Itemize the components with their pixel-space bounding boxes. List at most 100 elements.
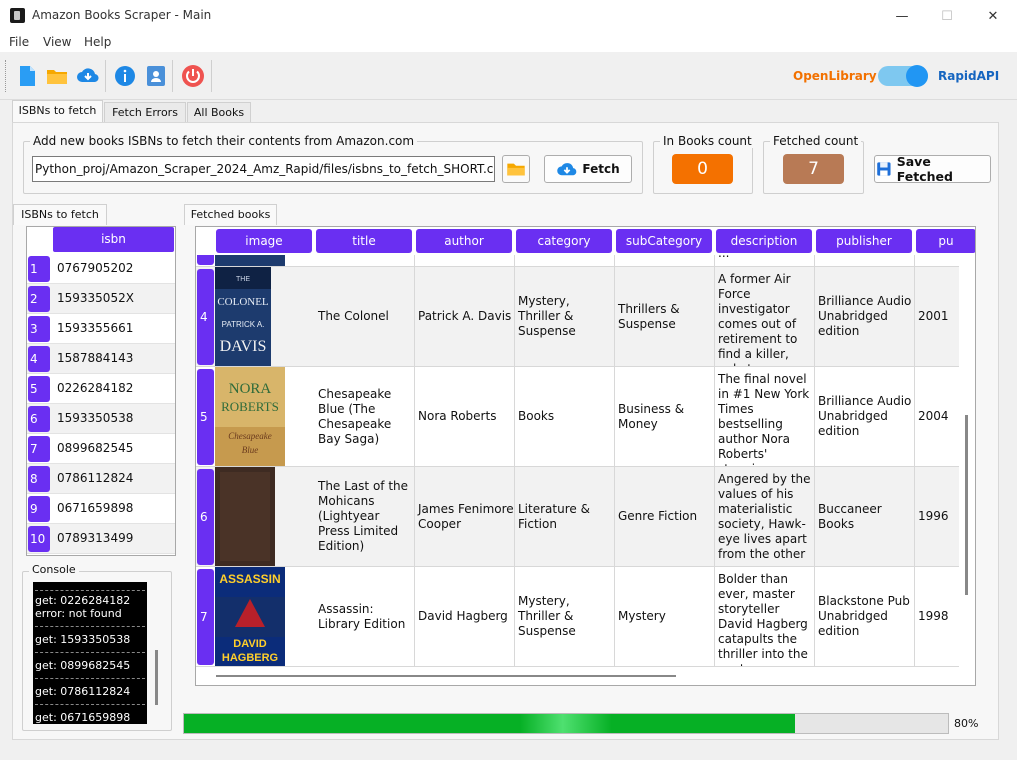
table-row[interactable]: 5 NORA ROBERTS Chesapeake Blue Chesapeake Blu…: [196, 367, 959, 467]
year-cell[interactable]: 2004: [915, 367, 959, 466]
title-cell[interactable]: [315, 255, 415, 266]
publisher-cell[interactable]: [815, 255, 915, 266]
column-header-subcategory[interactable]: subCategory: [616, 229, 712, 253]
description-cell[interactable]: Angered by the values of his materialist…: [715, 467, 815, 566]
row-number[interactable]: 8: [28, 466, 50, 492]
subcategory-cell[interactable]: Business & Money: [615, 367, 715, 466]
menu-view[interactable]: View: [43, 35, 71, 49]
table-row[interactable]: 6 The Last of the Mohicans (Lightyear Pre…: [196, 467, 959, 567]
close-button[interactable]: ✕: [970, 0, 1016, 32]
column-header-pu[interactable]: pu: [916, 229, 975, 253]
description-cell[interactable]: A former Air Force investigator comes ou…: [715, 267, 815, 366]
table-row[interactable]: a killer, only to ...: [196, 255, 959, 267]
row-number[interactable]: 5: [197, 369, 214, 465]
isbn-cell[interactable]: 0899682545: [56, 434, 175, 463]
menu-file[interactable]: File: [9, 35, 29, 49]
publisher-cell[interactable]: Blackstone Pub Unabridged edition: [815, 567, 915, 666]
column-header-title[interactable]: title: [316, 229, 412, 253]
fetch-button[interactable]: Fetch: [544, 155, 632, 183]
row-number[interactable]: 6: [28, 406, 50, 432]
tab-fetch-errors[interactable]: Fetch Errors: [104, 102, 186, 123]
isbn-cell[interactable]: 1593350538: [56, 404, 175, 433]
year-cell[interactable]: 1996: [915, 467, 959, 566]
row-number[interactable]: 10: [28, 526, 50, 552]
table-row[interactable]: 7 ASSASSIN DAVID HAGBERG Assassin: Library E…: [196, 567, 959, 667]
isbn-cell[interactable]: 159335052X: [56, 284, 175, 313]
description-cell[interactable]: a killer, only to ...: [715, 255, 815, 266]
description-cell[interactable]: Bolder than ever, master storyteller Dav…: [715, 567, 815, 666]
title-cell[interactable]: The Colonel: [315, 267, 415, 366]
category-cell[interactable]: Books: [515, 367, 615, 466]
open-folder-icon[interactable]: [45, 64, 69, 88]
row-number[interactable]: [197, 255, 214, 265]
isbn-row[interactable]: 5 0226284182: [27, 374, 175, 404]
console-scrollbar[interactable]: [155, 650, 158, 705]
row-number[interactable]: 6: [197, 469, 214, 565]
toolbar-grip[interactable]: [5, 60, 8, 92]
isbn-cell[interactable]: 0671659898: [56, 494, 175, 523]
title-cell[interactable]: Assassin: Library Edition: [315, 567, 415, 666]
row-number[interactable]: 3: [28, 316, 50, 342]
isbn-cell[interactable]: 0767905202: [56, 254, 175, 283]
category-cell[interactable]: Mystery, Thriller & Suspense: [515, 267, 615, 366]
book-cover-cell[interactable]: THE COLONEL PATRICK A. DAVIS: [215, 267, 271, 366]
column-header-publisher[interactable]: publisher: [816, 229, 912, 253]
isbn-row[interactable]: 1 0767905202: [27, 254, 175, 284]
category-cell[interactable]: Literature & Fiction: [515, 467, 615, 566]
column-header-image[interactable]: image: [216, 229, 312, 253]
isbn-row[interactable]: 6 1593350538: [27, 404, 175, 434]
category-cell[interactable]: [515, 255, 615, 266]
fetched-books-tab[interactable]: Fetched books: [184, 204, 277, 225]
isbn-cell[interactable]: 0786112824: [56, 464, 175, 493]
author-cell[interactable]: Nora Roberts: [415, 367, 515, 466]
row-number[interactable]: 5: [28, 376, 50, 402]
column-header-author[interactable]: author: [416, 229, 512, 253]
author-cell[interactable]: Patrick A. Davis: [415, 267, 515, 366]
isbn-cell[interactable]: 1587884143: [56, 344, 175, 373]
isbn-row[interactable]: 7 0899682545: [27, 434, 175, 464]
book-cover-cell[interactable]: ASSASSIN DAVID HAGBERG: [215, 567, 285, 666]
row-number[interactable]: 7: [197, 569, 214, 665]
tab-all-books[interactable]: All Books: [187, 102, 251, 123]
row-number[interactable]: 4: [28, 346, 50, 372]
year-cell[interactable]: 1998: [915, 567, 959, 666]
isbn-row[interactable]: 9 0671659898: [27, 494, 175, 524]
new-file-icon[interactable]: [15, 64, 39, 88]
year-cell[interactable]: 2001: [915, 267, 959, 366]
isbns-panel-tab[interactable]: ISBNs to fetch: [13, 204, 107, 225]
save-fetched-button[interactable]: Save Fetched: [874, 154, 991, 184]
row-number[interactable]: 7: [28, 436, 50, 462]
isbn-row[interactable]: 2 159335052X: [27, 284, 175, 314]
publisher-cell[interactable]: Brilliance Audio Unabridged edition: [815, 267, 915, 366]
api-toggle-switch[interactable]: [878, 65, 928, 87]
minimize-button[interactable]: —: [879, 0, 925, 32]
subcategory-cell[interactable]: [615, 255, 715, 266]
table-row[interactable]: 4 THE COLONEL PATRICK A. DAVIS The Colonel Pat…: [196, 267, 959, 367]
book-cover-cell[interactable]: [215, 467, 275, 566]
isbn-cell[interactable]: 0226284182: [56, 374, 175, 403]
title-cell[interactable]: The Last of the Mohicans (Lightyear Pres…: [315, 467, 415, 566]
book-cover-cell[interactable]: NORA ROBERTS Chesapeake Blue: [215, 367, 285, 466]
isbn-cell[interactable]: 1593355661: [56, 314, 175, 343]
publisher-cell[interactable]: Brilliance Audio Unabridged edition: [815, 367, 915, 466]
column-header-category[interactable]: category: [516, 229, 612, 253]
maximize-button[interactable]: ☐: [924, 0, 970, 32]
author-cell[interactable]: David Hagberg: [415, 567, 515, 666]
column-header-description[interactable]: description: [716, 229, 812, 253]
info-icon[interactable]: [113, 64, 137, 88]
csv-path-input[interactable]: Python_proj/Amazon_Scraper_2024_Amz_Rapi…: [32, 156, 495, 182]
category-cell[interactable]: Mystery, Thriller & Suspense: [515, 567, 615, 666]
isbn-row[interactable]: 10 0789313499: [27, 524, 175, 554]
table-horizontal-scrollbar[interactable]: [216, 675, 676, 677]
row-number[interactable]: 9: [28, 496, 50, 522]
toggle-knob[interactable]: [906, 65, 928, 87]
author-cell[interactable]: James Fenimore Cooper: [415, 467, 515, 566]
isbn-row[interactable]: 8 0786112824: [27, 464, 175, 494]
row-number[interactable]: 2: [28, 286, 50, 312]
description-cell[interactable]: The final novel in #1 New York Times bes…: [715, 367, 815, 466]
row-number[interactable]: 1: [28, 256, 50, 282]
author-cell[interactable]: [415, 255, 515, 266]
cloud-download-icon[interactable]: [76, 64, 100, 88]
power-icon[interactable]: [181, 64, 205, 88]
isbn-row[interactable]: 3 1593355661: [27, 314, 175, 344]
